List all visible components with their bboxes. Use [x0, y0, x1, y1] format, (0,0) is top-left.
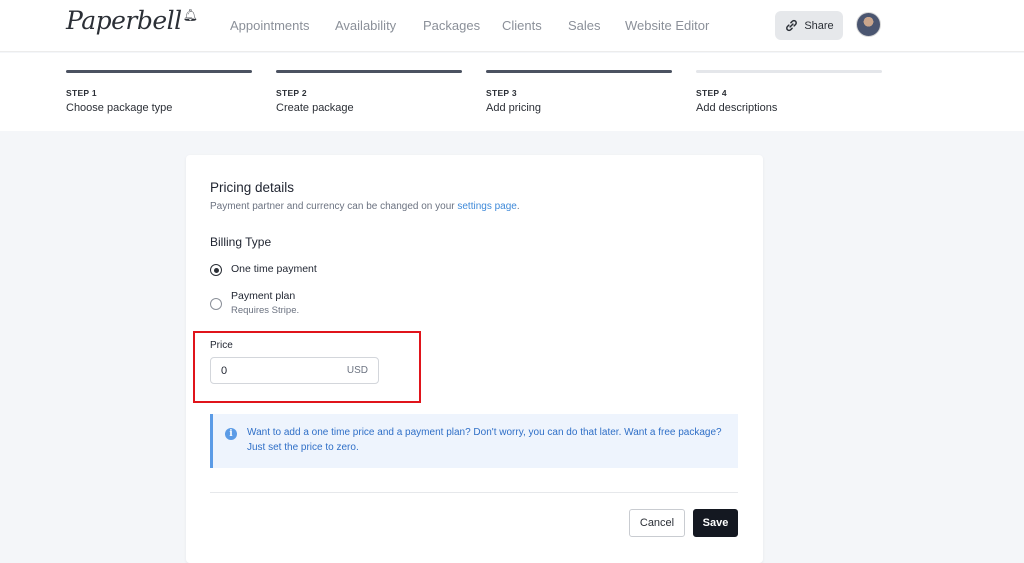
pricing-details-card: Pricing details Payment partner and curr…	[186, 155, 763, 563]
info-callout: i Want to add a one time price and a pay…	[210, 414, 738, 468]
step-3: STEP 3 Add pricing	[486, 70, 672, 114]
one-time-payment-option[interactable]: One time payment	[210, 263, 317, 276]
one-time-payment-label: One time payment	[231, 263, 317, 275]
bell-icon: 🔔︎	[182, 8, 198, 22]
info-callout-text: Want to add a one time price and a payme…	[247, 427, 722, 453]
step-3-title: Add pricing	[486, 102, 542, 114]
currency-label: USD	[346, 365, 368, 376]
link-icon	[786, 19, 798, 32]
step-1: STEP 1 Choose package type	[66, 70, 252, 114]
step-2-number: STEP 2	[276, 88, 307, 98]
cancel-button[interactable]: Cancel	[629, 509, 685, 537]
pricing-details-title: Pricing details	[210, 180, 295, 195]
step-1-progress-bar	[66, 70, 252, 73]
payment-plan-radio[interactable]	[210, 298, 222, 310]
info-icon: i	[225, 428, 237, 440]
step-3-number: STEP 3	[486, 88, 517, 98]
user-avatar[interactable]	[856, 12, 881, 37]
share-label: Share	[804, 19, 834, 32]
nav-appointments[interactable]: Appointments	[230, 18, 310, 33]
step-4-progress-bar	[696, 70, 882, 73]
progress-stepper: STEP 1 Choose package type STEP 2 Create…	[0, 53, 1024, 131]
nav-website-editor[interactable]: Website Editor	[625, 18, 709, 33]
step-4: STEP 4 Add descriptions	[696, 70, 882, 114]
step-2-progress-bar	[276, 70, 462, 73]
logo-text: Paperbell	[66, 6, 182, 35]
step-3-progress-bar	[486, 70, 672, 73]
step-4-title: Add descriptions	[696, 102, 778, 114]
subtitle-text: Payment partner and currency can be chan…	[210, 201, 458, 212]
nav-clients[interactable]: Clients	[502, 18, 542, 33]
billing-type-label: Billing Type	[210, 235, 272, 249]
nav-packages[interactable]: Packages	[423, 18, 480, 33]
price-field[interactable]: USD	[210, 357, 379, 384]
step-1-title: Choose package type	[66, 102, 173, 114]
share-button[interactable]: Share	[775, 11, 843, 40]
step-2-title: Create package	[276, 102, 354, 114]
paperbell-logo[interactable]: Paperbell🔔︎	[66, 6, 198, 35]
save-button[interactable]: Save	[693, 509, 738, 537]
one-time-payment-radio[interactable]	[210, 264, 222, 276]
nav-sales[interactable]: Sales	[568, 18, 601, 33]
payment-plan-label: Payment plan	[231, 290, 296, 302]
subtitle-period: .	[516, 201, 520, 212]
step-2: STEP 2 Create package	[276, 70, 462, 114]
payment-plan-hint: Requires Stripe.	[231, 305, 300, 316]
nav-availability[interactable]: Availability	[335, 18, 396, 33]
price-label: Price	[210, 340, 233, 351]
price-input[interactable]	[221, 364, 331, 377]
step-4-number: STEP 4	[696, 88, 727, 98]
settings-page-link[interactable]: settings page	[457, 201, 517, 212]
top-navigation-bar: Paperbell🔔︎ Appointments Availability Pa…	[0, 0, 1024, 52]
pricing-details-subtitle: Payment partner and currency can be chan…	[210, 201, 520, 212]
step-1-number: STEP 1	[66, 88, 97, 98]
divider	[210, 492, 738, 493]
payment-plan-option[interactable]: Payment plan Requires Stripe.	[210, 290, 299, 316]
